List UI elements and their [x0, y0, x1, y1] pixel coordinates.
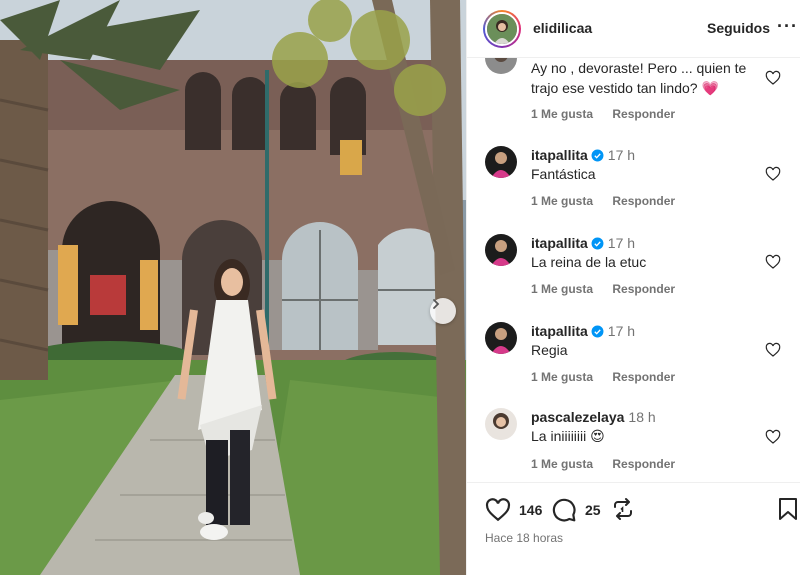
comments-count: 25: [585, 502, 601, 518]
bookmark-icon: [779, 498, 797, 520]
more-options-icon[interactable]: ···: [777, 16, 798, 37]
comment-time: 18 h: [628, 409, 656, 425]
post-photo[interactable]: [0, 0, 466, 575]
heart-icon[interactable]: [765, 254, 781, 270]
comment-likes-count[interactable]: 1 Me gusta: [531, 107, 593, 121]
reply-button[interactable]: Responder: [612, 107, 675, 121]
commenter-avatar[interactable]: [485, 146, 517, 178]
reply-button[interactable]: Responder: [612, 282, 675, 296]
avatar-image: [485, 58, 517, 74]
heart-icon[interactable]: [765, 166, 781, 182]
chevron-right-icon: [433, 299, 440, 309]
reply-button[interactable]: Responder: [612, 457, 675, 471]
post-image: [0, 0, 466, 575]
verified-badge-icon: [591, 237, 604, 250]
heart-icon[interactable]: [765, 429, 781, 445]
likes-count[interactable]: 146: [519, 502, 542, 518]
comment-meta: 1 Me gusta Responder: [531, 370, 691, 384]
comment-text: Ay no , devoraste! Pero ... quien te tra…: [531, 60, 747, 96]
commenter-username[interactable]: itapallita: [531, 147, 588, 163]
following-button[interactable]: Seguidos: [707, 20, 770, 36]
avatar-image: [485, 322, 517, 354]
comment-likes-count[interactable]: 1 Me gusta: [531, 457, 593, 471]
comment-likes-count[interactable]: 1 Me gusta: [531, 370, 593, 384]
heart-icon: [485, 498, 511, 522]
verified-badge-icon: [591, 149, 604, 162]
comment-button[interactable]: 25: [551, 497, 601, 523]
comment-meta: 1 Me gusta Responder: [531, 107, 691, 121]
heart-eyes-emoji: 😍: [590, 428, 605, 444]
avatar-image: [485, 146, 517, 178]
commenter-username[interactable]: itapallita: [531, 323, 588, 339]
post-side-panel: elidilicaa Seguidos ··· Ay no , devorast…: [466, 0, 800, 575]
commenter-username[interactable]: itapallita: [531, 235, 588, 251]
comment-text: La iniiiiiiii 😍: [531, 428, 605, 444]
comment-likes-count[interactable]: 1 Me gusta: [531, 194, 593, 208]
repost-button[interactable]: [611, 497, 635, 521]
post-actions-bar: 146 25 Hace 18 horas: [467, 482, 800, 575]
comments-list[interactable]: Ay no , devoraste! Pero ... quien te tra…: [467, 58, 800, 481]
avatar-image: [485, 408, 517, 440]
comment-meta: 1 Me gusta Responder: [531, 282, 691, 296]
commenter-avatar[interactable]: [485, 234, 517, 266]
author-avatar[interactable]: [483, 10, 521, 48]
commenter-avatar[interactable]: [485, 58, 517, 74]
like-button[interactable]: 146: [485, 497, 542, 523]
comment-icon: [552, 498, 576, 522]
heart-icon[interactable]: [765, 70, 781, 86]
commenter-avatar[interactable]: [485, 322, 517, 354]
save-button[interactable]: [777, 497, 799, 521]
reply-button[interactable]: Responder: [612, 370, 675, 384]
comment-text: Fantástica: [531, 166, 596, 182]
reply-button[interactable]: Responder: [612, 194, 675, 208]
avatar-image: [485, 234, 517, 266]
avatar-image: [487, 14, 517, 44]
commenter-avatar[interactable]: [485, 408, 517, 440]
heart-emoji: 💗: [701, 80, 719, 96]
heart-icon[interactable]: [765, 342, 781, 358]
verified-badge-icon: [591, 325, 604, 338]
commenter-username[interactable]: pascalezelaya: [531, 409, 624, 425]
author-username[interactable]: elidilicaa: [533, 20, 592, 36]
comment-likes-count[interactable]: 1 Me gusta: [531, 282, 593, 296]
post-header: elidilicaa Seguidos ···: [467, 0, 800, 58]
comment-time: 17 h: [607, 235, 636, 251]
comment-time: 17 h: [607, 323, 636, 339]
comment-meta: 1 Me gusta Responder: [531, 457, 691, 471]
comment-text: La reina de la etuc: [531, 254, 647, 270]
repost-icon: [614, 498, 632, 520]
comment-time: 17 h: [607, 147, 636, 163]
carousel-next-button[interactable]: [430, 298, 456, 324]
comment-text: Regia: [531, 342, 568, 358]
comment-meta: 1 Me gusta Responder: [531, 194, 691, 208]
post-timestamp[interactable]: Hace 18 horas: [485, 531, 563, 545]
